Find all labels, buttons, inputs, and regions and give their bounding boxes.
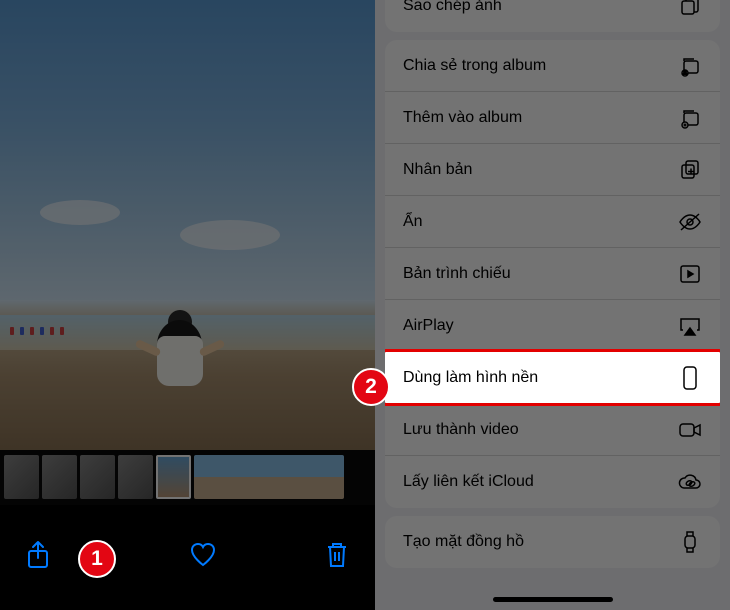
menu-item-duplicate[interactable]: Nhân bản xyxy=(385,144,720,196)
main-photo[interactable] xyxy=(0,0,375,450)
video-icon xyxy=(678,418,702,442)
hide-icon xyxy=(678,210,702,234)
thumbnail-active[interactable] xyxy=(156,455,191,499)
menu-item-hide[interactable]: Ẩn xyxy=(385,196,720,248)
copy-icon xyxy=(678,0,702,18)
menu-item-label: Lấy liên kết iCloud xyxy=(403,473,534,491)
home-indicator[interactable] xyxy=(493,597,613,602)
menu-item-label: Nhân bản xyxy=(403,161,472,179)
menu-group: Chia sẻ trong album Thêm vào album Nhân … xyxy=(385,40,720,508)
share-sheet-panel: Sao chép ảnh Chia sẻ trong album Thêm và… xyxy=(375,0,730,610)
menu-item-use-as-wallpaper[interactable]: Dùng làm hình nền xyxy=(385,352,720,404)
menu-group: Sao chép ảnh xyxy=(385,0,720,32)
thumbnail[interactable] xyxy=(4,455,39,499)
menu-item-label: Tạo mặt đồng hồ xyxy=(403,533,524,551)
duplicate-icon xyxy=(678,158,702,182)
menu-item-label: Dùng làm hình nền xyxy=(403,369,538,387)
menu-item-icloud-link[interactable]: Lấy liên kết iCloud xyxy=(385,456,720,508)
menu-item-copy-photo[interactable]: Sao chép ảnh xyxy=(385,0,720,32)
menu-item-add-album[interactable]: Thêm vào album xyxy=(385,92,720,144)
menu-item-label: Ẩn xyxy=(403,213,423,231)
menu-item-label: Lưu thành video xyxy=(403,421,519,439)
icloud-icon xyxy=(678,470,702,494)
slideshow-icon xyxy=(678,262,702,286)
menu-item-airplay[interactable]: AirPlay xyxy=(385,300,720,352)
menu-item-label: Chia sẻ trong album xyxy=(403,57,546,75)
menu-item-create-watch-face[interactable]: Tạo mặt đồng hồ xyxy=(385,516,720,568)
wallpaper-icon xyxy=(678,366,702,390)
thumbnail-strip[interactable] xyxy=(0,450,375,505)
thumbnail-pano[interactable] xyxy=(194,455,344,499)
album-share-icon xyxy=(678,54,702,78)
airplay-icon xyxy=(678,314,702,338)
menu-item-label: Sao chép ảnh xyxy=(403,0,502,15)
album-add-icon xyxy=(678,106,702,130)
trash-icon[interactable] xyxy=(323,541,351,569)
annotation-badge-2: 2 xyxy=(352,368,390,406)
menu-item-share-album[interactable]: Chia sẻ trong album xyxy=(385,40,720,92)
bottom-toolbar xyxy=(0,505,375,605)
thumbnail[interactable] xyxy=(80,455,115,499)
menu-group: Tạo mặt đồng hồ xyxy=(385,516,720,568)
menu-item-label: AirPlay xyxy=(403,317,454,335)
annotation-badge-1: 1 xyxy=(78,540,116,578)
photo-viewer-panel xyxy=(0,0,375,610)
watch-icon xyxy=(678,530,702,554)
share-icon[interactable] xyxy=(24,541,52,569)
thumbnail[interactable] xyxy=(42,455,77,499)
menu-item-label: Thêm vào album xyxy=(403,109,522,127)
thumbnail[interactable] xyxy=(118,455,153,499)
menu-item-slideshow[interactable]: Bản trình chiếu xyxy=(385,248,720,300)
heart-icon[interactable] xyxy=(189,541,217,569)
menu-item-save-video[interactable]: Lưu thành video xyxy=(385,404,720,456)
menu-item-label: Bản trình chiếu xyxy=(403,265,511,283)
